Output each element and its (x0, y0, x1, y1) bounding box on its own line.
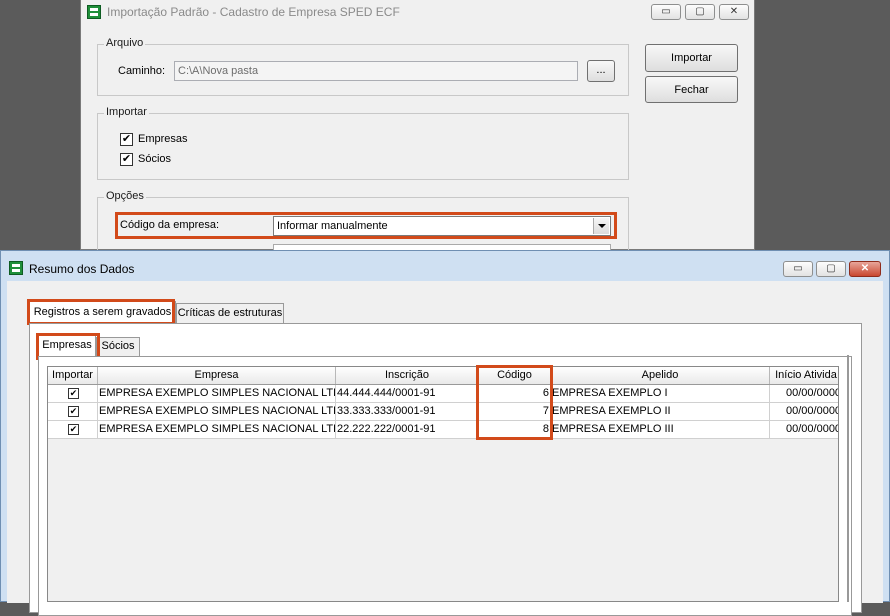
column-header-importar[interactable]: Importar (48, 367, 98, 384)
opcoes-group: Opções Código da empresa: Informar manua… (97, 190, 629, 257)
minimize-button[interactable]: ▭ (651, 4, 681, 20)
column-header-inscricao[interactable]: Inscrição (336, 367, 479, 384)
grid-right-border (847, 355, 849, 602)
empresas-checkbox-label: Empresas (138, 133, 188, 145)
app-icon (87, 5, 101, 19)
empresas-grid[interactable]: Importar Empresa Inscrição Código Apelid… (47, 366, 839, 602)
importar-cell[interactable]: ✔ (48, 421, 98, 439)
apelido-cell: EMPRESA EXEMPLO III (551, 421, 770, 439)
codigo-cell[interactable]: 8 (479, 421, 551, 439)
resumo-window-title: Resumo dos Dados (29, 262, 135, 276)
minimize-button[interactable]: ▭ (783, 261, 813, 277)
import-window: Importação Padrão - Cadastro de Empresa … (80, 0, 755, 257)
chevron-down-icon[interactable] (593, 218, 609, 234)
table-row[interactable]: ✔ EMPRESA EXEMPLO SIMPLES NACIONAL LTDA … (48, 385, 838, 403)
import-window-title: Importação Padrão - Cadastro de Empresa … (107, 5, 400, 19)
column-header-codigo[interactable]: Código (479, 367, 551, 384)
subtab-empresas[interactable]: Empresas (38, 335, 96, 356)
empresa-cell: EMPRESA EXEMPLO SIMPLES NACIONAL LTDA (98, 403, 336, 421)
inscricao-cell: 44.444.444/0001-91 (336, 385, 479, 403)
column-header-empresa[interactable]: Empresa (98, 367, 336, 384)
app-icon (9, 261, 23, 275)
fechar-button[interactable]: Fechar (645, 76, 738, 103)
codigo-cell[interactable]: 7 (479, 403, 551, 421)
apelido-cell: EMPRESA EXEMPLO I (551, 385, 770, 403)
caminho-field[interactable]: C:\A\Nova pasta (174, 61, 578, 81)
row-import-checkbox[interactable]: ✔ (68, 424, 79, 435)
tab-registros[interactable]: Registros a serem gravados (29, 301, 176, 323)
opcoes-legend: Opções (104, 190, 146, 202)
codigo-empresa-label: Código da empresa: (120, 219, 220, 231)
empresas-checkbox[interactable]: ✔ (120, 133, 133, 146)
codigo-empresa-select[interactable]: Informar manualmente (273, 216, 611, 236)
empresa-cell: EMPRESA EXEMPLO SIMPLES NACIONAL LTDA (98, 385, 336, 403)
codigo-cell[interactable]: 6 (479, 385, 551, 403)
column-header-inicio[interactable]: Início Ativida (770, 367, 838, 384)
tab-criticas[interactable]: Críticas de estruturas (176, 303, 284, 323)
empresa-cell: EMPRESA EXEMPLO SIMPLES NACIONAL LTDA (98, 421, 336, 439)
importar-cell[interactable]: ✔ (48, 385, 98, 403)
importar-group: Importar ✔ Empresas ✔ Sócios (97, 106, 629, 180)
table-row[interactable]: ✔ EMPRESA EXEMPLO SIMPLES NACIONAL LTDA … (48, 403, 838, 421)
caminho-label: Caminho: (118, 65, 166, 77)
import-window-titlebar[interactable]: Importação Padrão - Cadastro de Empresa … (81, 0, 754, 24)
maximize-button[interactable]: ▢ (816, 261, 846, 277)
importar-legend: Importar (104, 106, 149, 118)
row-import-checkbox[interactable]: ✔ (68, 406, 79, 417)
grid-header: Importar Empresa Inscrição Código Apelid… (48, 367, 838, 385)
importar-button[interactable]: Importar (645, 44, 738, 72)
inscricao-cell: 22.222.222/0001-91 (336, 421, 479, 439)
browse-button[interactable]: ... (587, 60, 615, 82)
inicio-cell: 00/00/0000 (786, 387, 839, 399)
close-button[interactable]: ✕ (719, 4, 749, 20)
codigo-empresa-value: Informar manualmente (277, 220, 388, 232)
inicio-cell: 00/00/0000 (786, 405, 839, 417)
inicio-cell: 00/00/0000 (786, 423, 839, 435)
socios-checkbox[interactable]: ✔ (120, 153, 133, 166)
column-header-apelido[interactable]: Apelido (551, 367, 770, 384)
table-row[interactable]: ✔ EMPRESA EXEMPLO SIMPLES NACIONAL LTDA … (48, 421, 838, 439)
subtab-socios[interactable]: Sócios (96, 337, 140, 356)
inscricao-cell: 33.333.333/0001-91 (336, 403, 479, 421)
socios-checkbox-label: Sócios (138, 153, 172, 165)
importar-cell[interactable]: ✔ (48, 403, 98, 421)
arquivo-legend: Arquivo (104, 37, 146, 49)
resumo-window-titlebar[interactable]: Resumo dos Dados ▭ ▢ ✕ (1, 251, 889, 281)
row-import-checkbox[interactable]: ✔ (68, 388, 79, 399)
maximize-button[interactable]: ▢ (685, 4, 715, 20)
arquivo-group: Arquivo Caminho: C:\A\Nova pasta ... (97, 37, 629, 96)
apelido-cell: EMPRESA EXEMPLO II (551, 403, 770, 421)
close-button[interactable]: ✕ (849, 261, 881, 277)
